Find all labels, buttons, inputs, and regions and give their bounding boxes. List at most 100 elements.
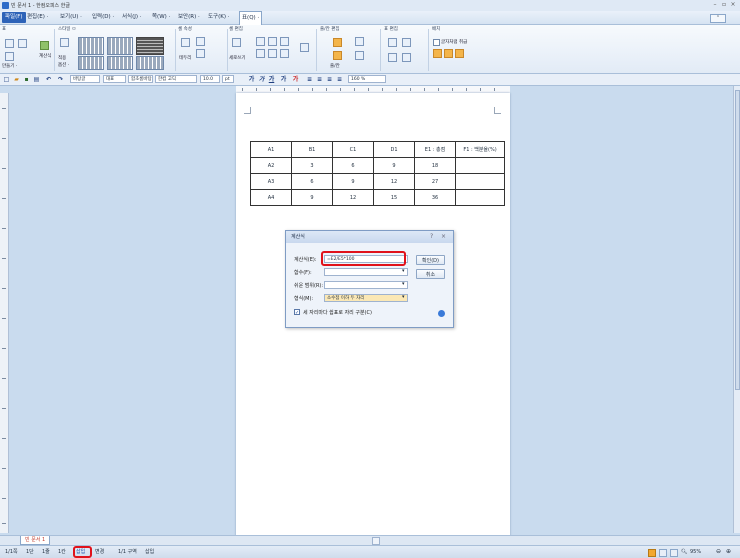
table-cell[interactable]: A4 (250, 189, 292, 206)
open-icon[interactable]: ▰ (13, 76, 20, 83)
rows-cols-label[interactable]: 줄/칸 (330, 63, 340, 69)
cancel-button[interactable]: 취소 (416, 269, 445, 279)
merge-cells-icon[interactable] (256, 37, 265, 46)
comma-checkbox[interactable]: ✓ (294, 309, 300, 316)
table-cell[interactable]: A3 (250, 173, 292, 190)
redo-icon[interactable]: ↷ (57, 76, 64, 83)
document-tab[interactable]: 빈 문서 1 (20, 536, 51, 545)
table-cell[interactable]: B1 (291, 141, 333, 158)
table-split-icon[interactable] (402, 38, 411, 47)
table-cell[interactable]: A1 (250, 141, 292, 158)
font-size-input[interactable]: 10.0 (200, 75, 220, 83)
font-alt-select[interactable]: 한컴 고딕 (155, 75, 197, 83)
table-cell[interactable]: F1 : 백분율(%) (455, 141, 505, 158)
menu-view[interactable]: 보기(U) · (60, 12, 82, 23)
wrap-front-icon[interactable] (444, 49, 453, 58)
table-join-icon[interactable] (388, 53, 397, 62)
table-cell[interactable]: 6 (291, 173, 333, 190)
scrollbar-thumb[interactable] (735, 90, 740, 390)
font-color-icon[interactable]: 가 (292, 76, 299, 83)
menu-insert[interactable]: 입력(D) · (92, 12, 114, 23)
ribbon-toggle-icon[interactable]: ⌃ (710, 14, 726, 23)
delete-row-icon[interactable] (355, 37, 364, 46)
table-cell[interactable]: 27 (414, 173, 456, 190)
zoom-icon[interactable]: 🔍︎ (681, 548, 687, 556)
border-label[interactable]: 테두리 (179, 55, 191, 61)
table-cell[interactable]: 9 (291, 189, 333, 206)
calc-label[interactable]: 계산식 (39, 53, 51, 59)
cell-apply-label[interactable]: 옵션 · (58, 62, 69, 68)
font-select[interactable]: 함초롬바탕 (128, 75, 153, 83)
line-spacing-input[interactable]: 160 % (348, 75, 386, 83)
cell-props-icon[interactable] (181, 38, 190, 47)
cell-height-icon[interactable] (256, 49, 265, 58)
vertical-scrollbar[interactable] (733, 86, 740, 533)
wrap-behind-icon[interactable] (455, 49, 464, 58)
style-icon[interactable] (60, 38, 69, 47)
align-left-icon[interactable]: ≡ (306, 76, 313, 83)
view-web-icon[interactable] (659, 549, 667, 557)
table-style-preview-1[interactable] (78, 37, 104, 55)
table-cell[interactable]: A2 (250, 157, 292, 174)
table-cell[interactable] (455, 189, 505, 206)
fill-color-icon[interactable] (196, 37, 205, 46)
table-cell[interactable]: 36 (414, 189, 456, 206)
make-label[interactable]: 만들기 · (2, 63, 17, 69)
table-cell[interactable] (455, 157, 505, 174)
table-caption-icon[interactable] (402, 53, 411, 62)
unit-select[interactable]: pt (222, 75, 234, 83)
view-normal-icon[interactable] (648, 549, 656, 557)
table-cell[interactable]: 9 (373, 157, 415, 174)
table-grid-icon[interactable] (5, 39, 14, 48)
table-props-icon[interactable] (388, 38, 397, 47)
chart-icon[interactable] (40, 41, 49, 50)
cell-style-label[interactable]: 적용 (58, 55, 66, 61)
style-select[interactable]: 바탕글 (70, 75, 100, 83)
vertical-label[interactable]: 세로쓰기 (229, 55, 246, 61)
chevron-down-icon[interactable]: ▾ (402, 294, 405, 300)
hscroll-left-icon[interactable] (372, 537, 380, 545)
wrap-square-icon[interactable] (433, 49, 442, 58)
line-color-icon[interactable] (196, 49, 205, 58)
zoom-out-icon[interactable]: ⊖ (716, 548, 721, 556)
chevron-down-icon[interactable]: ▾ (402, 281, 405, 287)
range-select[interactable] (324, 281, 408, 289)
justify-icon[interactable]: ≡ (336, 76, 343, 83)
italic-icon[interactable]: 가 (258, 76, 265, 83)
split-cells-icon[interactable] (268, 37, 277, 46)
menu-table[interactable]: 표(Q) · (239, 11, 263, 25)
bold-icon[interactable]: 가 (248, 76, 255, 83)
table-style-preview-6[interactable] (136, 56, 164, 70)
undo-icon[interactable]: ↶ (45, 76, 52, 83)
data-table[interactable]: A1 B1 C1 D1 E1 : 총점 F1 : 백분율(%) A2 3 6 9… (250, 141, 505, 206)
align-right-icon[interactable]: ≡ (326, 76, 333, 83)
lang-select[interactable]: 대표 (103, 75, 126, 83)
view-outline-icon[interactable] (670, 549, 678, 557)
table-cell[interactable] (455, 173, 505, 190)
table-cell[interactable]: 15 (373, 189, 415, 206)
fit-text-label[interactable]: 글자처럼 취급 (441, 39, 467, 45)
insert-table-icon[interactable] (18, 39, 27, 48)
add-col-icon[interactable] (333, 51, 342, 60)
underline-icon[interactable]: 가 (268, 76, 275, 83)
table-style-preview-3[interactable] (136, 37, 164, 55)
new-doc-icon[interactable]: □ (3, 76, 10, 83)
vertical-text-icon[interactable] (232, 38, 241, 47)
function-select[interactable] (324, 268, 408, 276)
table-style-preview-2[interactable] (107, 37, 133, 55)
delete-col-icon[interactable] (355, 51, 364, 60)
cell-align-icon[interactable] (280, 37, 289, 46)
table-cell[interactable]: 12 (373, 173, 415, 190)
table-style-preview-4[interactable] (78, 56, 104, 70)
table-style-preview-5[interactable] (107, 56, 133, 70)
chevron-down-icon[interactable]: ▾ (402, 268, 405, 274)
vertical-ruler[interactable] (0, 93, 9, 533)
table-cell[interactable]: E1 : 총점 (414, 141, 456, 158)
status-change[interactable]: 변경 (95, 548, 104, 556)
dialog-close-icon[interactable]: × (441, 233, 446, 240)
menu-file[interactable]: 파일(F) (2, 12, 26, 23)
strike-icon[interactable]: 가 (280, 76, 287, 83)
comma-checkbox-label[interactable]: 세 자리마다 쉼표로 자리 구분(C) (303, 309, 372, 316)
menu-tools[interactable]: 도구(K) · (208, 12, 230, 23)
menu-page[interactable]: 쪽(W) · (152, 12, 170, 23)
